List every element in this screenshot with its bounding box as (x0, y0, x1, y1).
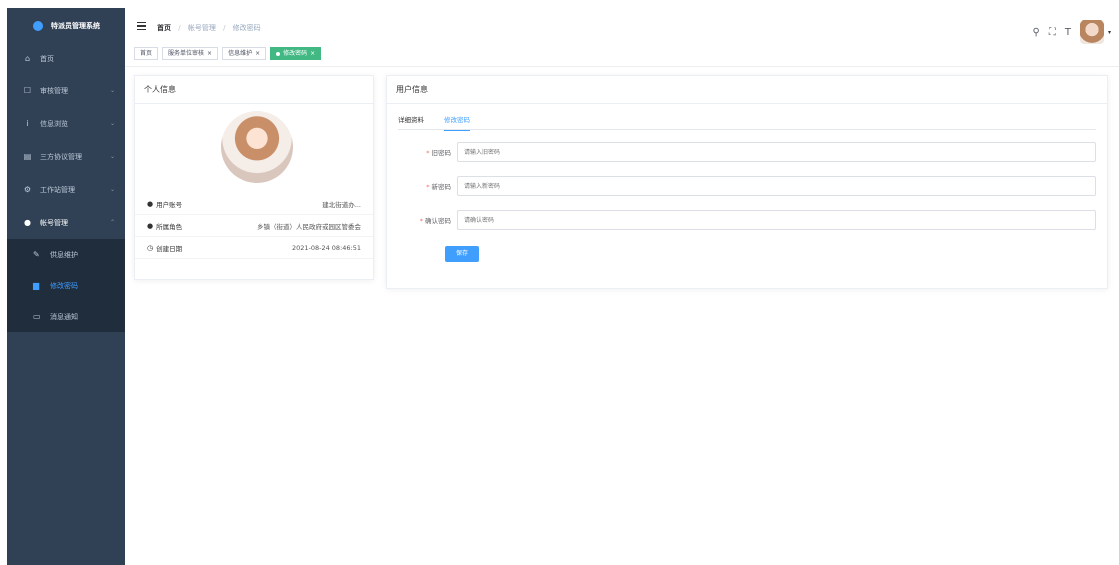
sidebar-item-station[interactable]: ⚙ 工作站管理 ⌄ (7, 173, 125, 206)
caret-down-icon[interactable]: ▾ (1108, 29, 1111, 36)
profile-row-created: ◷ 创建日期 2021-08-24 08:46:51 (135, 237, 373, 259)
divider (125, 66, 1119, 67)
submenu-item-label: 供息维护 (50, 250, 78, 259)
hamburger-icon[interactable] (137, 22, 146, 31)
new-password-input[interactable] (457, 176, 1096, 196)
logo-icon (33, 21, 43, 31)
row-value: 乡镇（街道）人民政府或园区管委会 (257, 222, 361, 231)
breadcrumb: 首页 / 帐号管理 / 修改密码 (157, 23, 261, 33)
tag-service-audit[interactable]: 服务单位审核 × (162, 47, 219, 60)
chevron-down-icon: ⌄ (109, 87, 115, 94)
profile-card-title: 个人信息 (135, 76, 373, 104)
old-password-row: * 旧密码 (387, 142, 1096, 162)
sidebar-item-account[interactable]: ● 帐号管理 ⌃ (7, 206, 125, 239)
calendar-icon: ◷ (147, 243, 154, 252)
chevron-down-icon: ⌄ (109, 186, 115, 193)
navbar: 首页 / 帐号管理 / 修改密码 ⚲ ⛶ T ▾ (125, 0, 1119, 44)
audit-icon: ☐ (23, 85, 32, 95)
sidebar-item-label: 审核管理 (40, 86, 68, 95)
sidebar-item-agreement[interactable]: ▤ 三方协议管理 ⌄ (7, 140, 125, 173)
profile-row-role: ● 所属角色 乡镇（街道）人民政府或园区管委会 (135, 215, 373, 237)
app-logo[interactable]: 特派员管理系统 (7, 8, 125, 44)
avatar[interactable] (1079, 20, 1104, 44)
submenu-item-label: 消息通知 (50, 312, 78, 321)
close-icon[interactable]: × (207, 50, 212, 57)
old-password-input[interactable] (457, 142, 1096, 162)
profile-info-list: ● 用户账号 建北街道办... ● 所属角色 乡镇（街道）人民政府或园区管委会 ◷ 创… (135, 193, 373, 259)
chevron-down-icon: ⌄ (109, 153, 115, 160)
edit-icon: ✎ (33, 250, 40, 259)
close-icon[interactable]: × (255, 50, 260, 57)
sidebar: 特派员管理系统 ⌂ 首页 ☐ 审核管理 ⌄ ⅰ 信息浏览 ⌄ ▤ 三方协议管理 … (7, 8, 125, 565)
user-info-title: 用户信息 (387, 76, 1107, 104)
new-password-row: * 新密码 (387, 176, 1096, 196)
sidebar-item-label: 三方协议管理 (40, 152, 82, 161)
message-icon: ▭ (33, 312, 41, 321)
row-value: 2021-08-24 08:46:51 (291, 243, 361, 252)
profile-card: 个人信息 ● 用户账号 建北街道办... ● 所属角色 乡镇（街道）人民政府或园区管… (134, 75, 374, 280)
sidebar-item-info[interactable]: ⅰ 信息浏览 ⌄ (7, 107, 125, 140)
confirm-password-row: * 确认密码 (387, 210, 1096, 230)
submenu-item-maintain[interactable]: ✎ 供息维护 (7, 239, 125, 270)
tags-view: 首页 服务单位审核 × 信息维护 × 修改密码 × (134, 47, 325, 60)
station-icon: ⚙ (23, 184, 32, 194)
sidebar-item-label: 帐号管理 (40, 218, 68, 227)
row-value: 建北街道办... (322, 200, 361, 209)
submenu-item-label: 修改密码 (50, 281, 78, 290)
tag-info-maintain[interactable]: 信息维护 × (222, 47, 267, 60)
breadcrumb-separator: / (223, 24, 226, 32)
row-label: 用户账号 (156, 200, 183, 209)
tag-label: 服务单位审核 (168, 50, 205, 57)
save-button[interactable]: 保存 (445, 246, 479, 262)
tag-label: 首页 (140, 50, 153, 57)
tag-change-password[interactable]: 修改密码 × (270, 47, 322, 60)
profile-row-account: ● 用户账号 建北街道办... (135, 193, 373, 215)
sidebar-item-audit[interactable]: ☐ 审核管理 ⌄ (7, 74, 125, 107)
chevron-up-icon: ⌃ (109, 219, 115, 226)
account-submenu: ✎ 供息维护 ▆ 修改密码 ▭ 消息通知 (7, 239, 125, 332)
breadcrumb-current: 修改密码 (232, 24, 261, 32)
confirm-password-input[interactable] (457, 210, 1096, 230)
row-label: 所属角色 (156, 222, 183, 231)
app-title: 特派员管理系统 (51, 22, 100, 30)
fullscreen-icon[interactable]: ⛶ (1049, 27, 1056, 38)
submenu-item-change-password[interactable]: ▆ 修改密码 (7, 270, 125, 301)
sidebar-item-label: 信息浏览 (40, 119, 68, 128)
new-password-label: * 新密码 (426, 183, 451, 191)
tag-label: 信息维护 (228, 50, 253, 57)
confirm-password-label: * 确认密码 (419, 217, 451, 225)
lock-icon: ▆ (33, 281, 40, 290)
user-info-card: 用户信息 详细资料 修改密码 * 旧密码 * 新密码 * 确认密码 保存 (386, 75, 1108, 289)
profile-avatar[interactable] (221, 111, 293, 183)
user-icon: ● (147, 199, 154, 208)
breadcrumb-separator: / (178, 24, 181, 32)
navbar-tools: ⚲ ⛶ T ▾ (1033, 20, 1111, 44)
info-icon: ⅰ (26, 118, 29, 128)
font-size-icon[interactable]: T (1065, 27, 1071, 38)
breadcrumb-home[interactable]: 首页 (157, 24, 171, 32)
tag-label: 修改密码 (283, 50, 308, 57)
tag-home[interactable]: 首页 (134, 47, 159, 60)
chevron-down-icon: ⌄ (109, 120, 115, 127)
sidebar-item-label: 首页 (40, 55, 54, 63)
user-icon: ● (24, 217, 31, 227)
home-icon: ⌂ (24, 54, 31, 63)
sidebar-item-label: 工作站管理 (40, 185, 75, 194)
old-password-label: * 旧密码 (426, 149, 451, 157)
submenu-item-messages[interactable]: ▭ 消息通知 (7, 301, 125, 332)
search-icon[interactable]: ⚲ (1033, 27, 1040, 38)
breadcrumb-parent: 帐号管理 (187, 24, 216, 32)
divider (398, 129, 1096, 130)
role-icon: ● (147, 221, 154, 230)
row-label: 创建日期 (156, 244, 183, 253)
agreement-icon: ▤ (23, 151, 32, 161)
sidebar-item-home[interactable]: ⌂ 首页 (7, 44, 125, 74)
close-icon[interactable]: × (310, 50, 315, 57)
